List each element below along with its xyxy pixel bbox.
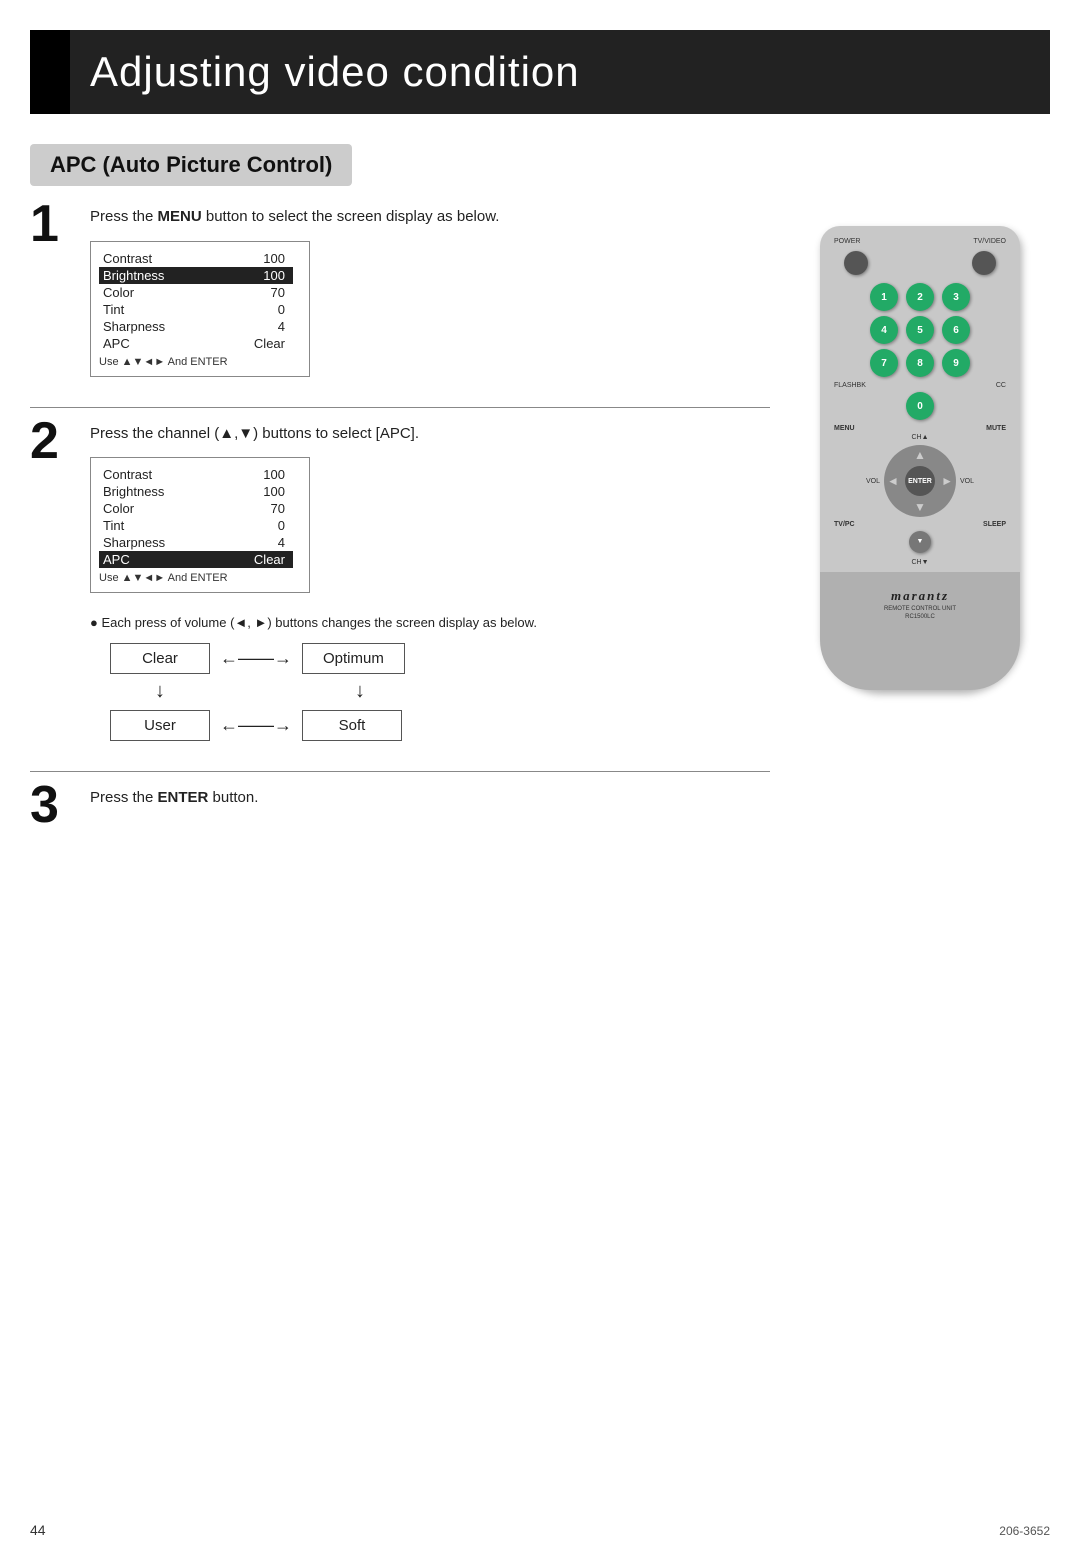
sleep-label: SLEEP	[983, 521, 1006, 528]
step-1: 1 Press the MENU button to select the sc…	[30, 206, 770, 387]
apc-note: ● Each press of volume (◄, ►) buttons ch…	[90, 613, 770, 633]
step-1-text: Press the MENU button to select the scre…	[90, 206, 770, 229]
dpad-right-arrow[interactable]: ►	[941, 474, 953, 488]
btn-7[interactable]: 7	[870, 349, 898, 377]
menu-box-1: Contrast100 Brightness100 Color70 Tint0	[90, 241, 310, 377]
menu-row: APCClear	[99, 335, 293, 352]
page-title: Adjusting video condition	[90, 48, 580, 95]
btn-8[interactable]: 8	[906, 349, 934, 377]
mode-user: User	[110, 710, 210, 741]
power-label: POWER	[834, 238, 860, 245]
tvvideo-label: TV/VIDEO	[973, 238, 1006, 245]
dpad[interactable]: ▲ ▼ ◄ ► ENTER	[884, 445, 956, 517]
enter-button[interactable]: ENTER	[905, 466, 935, 496]
ch-down-label: CH▼	[911, 559, 928, 566]
tvvideo-button[interactable]	[972, 251, 996, 275]
flashbk-label: FLASHBK	[834, 382, 866, 389]
menu-row: APCClear	[99, 551, 293, 568]
mute-label: MUTE	[986, 425, 1006, 432]
menu-row: Brightness100	[99, 483, 293, 500]
arrow-h-bottom: ←——→	[220, 715, 292, 736]
btn-0[interactable]: 0	[906, 392, 934, 420]
dpad-up-arrow[interactable]: ▲	[914, 448, 926, 462]
section-title-bar: APC (Auto Picture Control)	[30, 144, 352, 186]
remote-control: POWER TV/VIDEO 1 2 3 4 5 6 7	[820, 226, 1020, 690]
page-number: 44	[30, 1522, 46, 1538]
power-button[interactable]	[844, 251, 868, 275]
menu-row: Tint0	[99, 301, 293, 318]
page-footer: 44 206-3652	[30, 1522, 1050, 1538]
step-number-3: 3	[30, 779, 80, 831]
menu-row: Color70	[99, 500, 293, 517]
page-header: Adjusting video condition	[30, 30, 1050, 114]
arrow-h-top: ←——→	[220, 648, 292, 669]
remote-model-number: RC1500LC	[830, 614, 1010, 620]
mode-optimum: Optimum	[302, 643, 405, 674]
vol-left-label: VOL	[866, 478, 880, 485]
mode-diagram: Clear ←——→ Optimum ↓ ↓	[110, 643, 770, 741]
step-3-text: Press the ENTER button.	[90, 787, 770, 810]
tvpc-label: TV/PC	[834, 521, 855, 528]
ch-up-label: CH▲	[911, 434, 928, 441]
btn-3[interactable]: 3	[942, 283, 970, 311]
menu-row: Contrast100	[99, 250, 293, 267]
btn-4[interactable]: 4	[870, 316, 898, 344]
btn-6[interactable]: 6	[942, 316, 970, 344]
btn-5[interactable]: 5	[906, 316, 934, 344]
vol-right-label: VOL	[960, 478, 974, 485]
arrow-down-left: ↓	[155, 680, 165, 703]
menu-label: MENU	[834, 425, 855, 432]
menu-row: Tint0	[99, 517, 293, 534]
ch-down-button[interactable]: ▼	[909, 531, 931, 553]
menu-hint-1: Use ▲▼◄► And ENTER	[99, 356, 293, 368]
menu-row: Sharpness4	[99, 318, 293, 335]
menu-row: Sharpness4	[99, 534, 293, 551]
dpad-down-arrow[interactable]: ▼	[914, 500, 926, 514]
step-number-2: 2	[30, 415, 80, 467]
dpad-left-arrow[interactable]: ◄	[887, 474, 899, 488]
menu-hint-2: Use ▲▼◄► And ENTER	[99, 572, 293, 584]
mode-clear: Clear	[110, 643, 210, 674]
menu-row: Color70	[99, 284, 293, 301]
btn-1[interactable]: 1	[870, 283, 898, 311]
section-title: APC (Auto Picture Control)	[50, 152, 332, 177]
step-2: 2 Press the channel (▲,▼) buttons to sel…	[30, 423, 770, 751]
menu-box-2: Contrast100 Brightness100 Color70 Tint0	[90, 457, 310, 593]
remote-brand: marantz	[830, 588, 1010, 604]
step-2-text: Press the channel (▲,▼) buttons to selec…	[90, 423, 770, 446]
btn-9[interactable]: 9	[942, 349, 970, 377]
mode-soft: Soft	[302, 710, 402, 741]
menu-row: Brightness100	[99, 267, 293, 284]
remote-model-label: REMOTE CONTROL UNIT	[830, 606, 1010, 612]
arrow-down-right: ↓	[355, 680, 365, 703]
btn-2[interactable]: 2	[906, 283, 934, 311]
step-3: 3 Press the ENTER button.	[30, 787, 770, 831]
cc-label: CC	[996, 382, 1006, 389]
menu-row: Contrast100	[99, 466, 293, 483]
step-number-1: 1	[30, 198, 80, 250]
doc-number: 206-3652	[999, 1524, 1050, 1538]
